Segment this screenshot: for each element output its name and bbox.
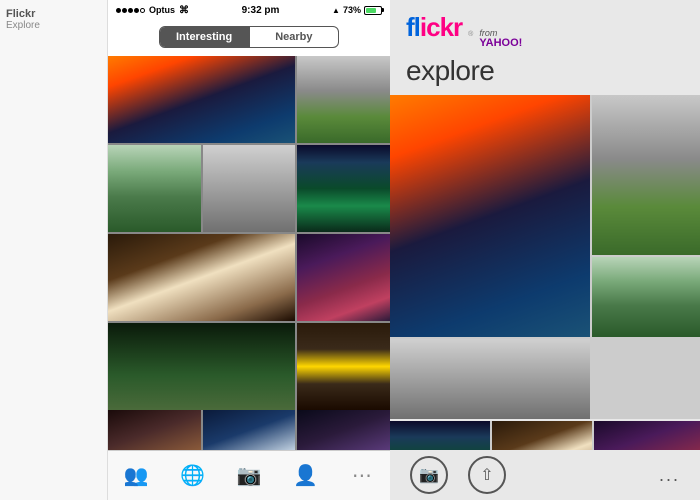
signal-dot-5 [140, 8, 145, 13]
status-bar: Optus ⌘ 9:32 pm ▲ 73% [108, 0, 390, 20]
wp-photo-rally[interactable] [492, 421, 592, 450]
wp-panel: flickr ® from YAHOO! explore [390, 0, 700, 500]
battery-icon [364, 6, 382, 15]
photo-beach[interactable] [108, 56, 295, 143]
app-name: Flickr [6, 8, 101, 20]
flickr-logo: flickr [406, 12, 462, 43]
photo-forest[interactable] [108, 323, 295, 410]
wp-camera-icon: 📷 [419, 465, 439, 485]
ios-phone: Optus ⌘ 9:32 pm ▲ 73% Interesting Nearby [108, 0, 390, 500]
signal-dot-4 [134, 8, 139, 13]
wp-photo-owl[interactable] [592, 257, 700, 337]
more-icon: ⋯ [352, 463, 372, 488]
flickr-blue: fl [406, 12, 420, 42]
partial-cell-3 [297, 410, 390, 450]
globe-icon: 🌐 [180, 463, 205, 488]
tab-camera[interactable]: 📷 [221, 463, 277, 488]
segment-bar: Interesting Nearby [108, 20, 390, 56]
sidebar: Flickr Explore [0, 0, 108, 500]
wp-photo-grid [390, 95, 700, 419]
photo-cows[interactable] [297, 56, 390, 143]
wp-more-button[interactable]: ... [659, 465, 680, 486]
partial-row [108, 410, 390, 450]
photo-robot[interactable] [203, 145, 296, 232]
status-right: ▲ 73% [332, 5, 382, 15]
tab-people[interactable]: 👥 [108, 463, 164, 488]
yahoo-container: from YAHOO! [479, 29, 522, 49]
photo-rally[interactable] [108, 234, 295, 321]
photo-owl[interactable] [108, 145, 201, 232]
tab-more[interactable]: ⋯ [334, 463, 390, 488]
registered-mark: ® [468, 31, 473, 38]
person-icon: 👤 [293, 463, 318, 488]
wp-photo-main[interactable] [390, 95, 590, 337]
wifi-icon: ⌘ [179, 5, 189, 16]
explore-heading: explore [390, 53, 700, 95]
camera-icon: 📷 [237, 463, 262, 488]
wp-camera-button[interactable]: 📷 [410, 456, 448, 494]
photo-flowers[interactable] [297, 234, 390, 321]
signal-dot-1 [116, 8, 121, 13]
signal-strength [116, 8, 145, 13]
signal-dot-3 [128, 8, 133, 13]
carrier-name: Optus [149, 5, 175, 15]
wp-photo-aurora[interactable] [390, 421, 490, 450]
wp-bottom-bar: 📷 ⇧ ... [390, 450, 700, 500]
ios-panel: Flickr Explore Optus ⌘ 9:32 pm ▲ 73% [0, 0, 390, 500]
wp-tab-icons: 📷 ⇧ [410, 456, 506, 494]
battery-fill [366, 8, 376, 13]
wp-content: flickr ® from YAHOO! explore [390, 0, 700, 450]
flickr-header: flickr ® from YAHOO! [390, 0, 700, 53]
tab-profile[interactable]: 👤 [277, 463, 333, 488]
signal-dot-2 [122, 8, 127, 13]
partial-cell-2 [203, 410, 296, 450]
tab-bar: 👥 🌐 📷 👤 ⋯ [108, 450, 390, 500]
photo-aurora[interactable] [297, 145, 390, 232]
people-icon: 👥 [124, 463, 149, 488]
flickr-pink: ickr [420, 12, 462, 42]
yahoo-logo: YAHOO! [479, 38, 522, 49]
wp-upload-button[interactable]: ⇧ [468, 456, 506, 494]
partial-cell-1 [108, 410, 201, 450]
wp-photo-robot[interactable] [390, 339, 590, 419]
wp-photo-flowers[interactable] [594, 421, 700, 450]
battery-percent: 73% [343, 5, 361, 15]
wp-upload-icon: ⇧ [480, 465, 493, 485]
wp-photo-row2 [390, 421, 700, 450]
photo-grid [108, 56, 390, 410]
tab-interesting[interactable]: Interesting [160, 27, 248, 47]
status-time: 9:32 pm [242, 5, 280, 16]
location-icon: ▲ [332, 6, 340, 15]
tab-nearby[interactable]: Nearby [250, 27, 338, 47]
status-left: Optus ⌘ [116, 5, 189, 16]
tab-globe[interactable]: 🌐 [164, 463, 220, 488]
wp-photo-cows[interactable] [592, 95, 700, 255]
segment-control[interactable]: Interesting Nearby [159, 26, 339, 48]
photo-tunnel[interactable] [297, 323, 390, 410]
page-name: Explore [6, 20, 101, 31]
